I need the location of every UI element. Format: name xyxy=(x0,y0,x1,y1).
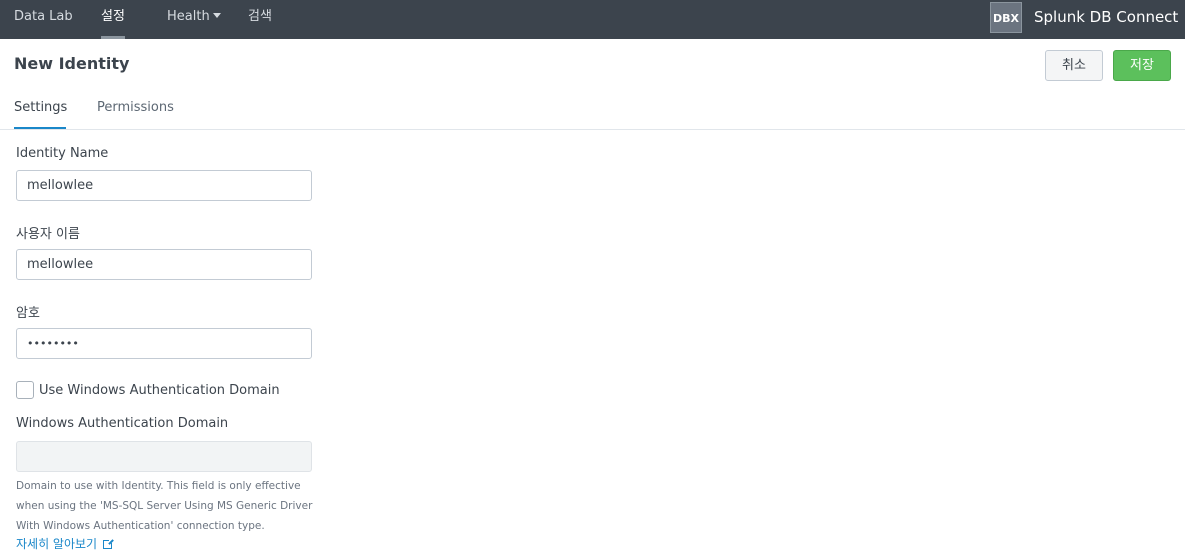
password-label: 암호 xyxy=(16,306,40,321)
nav-item-search[interactable]: 검색 xyxy=(248,0,272,39)
chevron-down-icon xyxy=(212,13,221,18)
dbx-logo: DBX xyxy=(990,2,1022,33)
external-link-icon xyxy=(103,538,115,549)
save-button[interactable]: 저장 xyxy=(1113,50,1171,81)
nav-item-health[interactable]: Health xyxy=(167,0,221,39)
page-title: New Identity xyxy=(14,54,130,73)
cancel-button[interactable]: 취소 xyxy=(1045,50,1103,81)
tab-permissions[interactable]: Permissions xyxy=(97,100,174,130)
top-nav-bar: Data Lab 설정 Health 검색 DBX Splunk DB Conn… xyxy=(0,0,1185,39)
windows-domain-label: Windows Authentication Domain xyxy=(16,416,229,431)
app-title: Splunk DB Connect xyxy=(1034,8,1179,26)
identity-name-input[interactable]: mellowlee xyxy=(16,170,312,201)
nav-item-health-label: Health xyxy=(167,9,210,24)
password-input[interactable]: •••••••• xyxy=(16,328,312,359)
use-windows-auth-label[interactable]: Use Windows Authentication Domain xyxy=(39,383,280,398)
username-input[interactable]: mellowlee xyxy=(16,249,312,280)
identity-name-label: Identity Name xyxy=(16,146,109,161)
learn-more-link[interactable]: 자세히 알아보기 xyxy=(16,535,115,552)
nav-item-settings[interactable]: 설정 xyxy=(101,0,125,39)
tab-settings[interactable]: Settings xyxy=(14,100,67,130)
learn-more-label: 자세히 알아보기 xyxy=(16,537,98,551)
windows-domain-help-text: Domain to use with Identity. This field … xyxy=(16,480,313,532)
windows-domain-input xyxy=(16,441,312,472)
tabs-divider xyxy=(0,129,1185,130)
nav-item-data-lab[interactable]: Data Lab xyxy=(14,0,73,39)
username-label: 사용자 이름 xyxy=(16,227,80,242)
use-windows-auth-checkbox[interactable] xyxy=(16,381,34,399)
